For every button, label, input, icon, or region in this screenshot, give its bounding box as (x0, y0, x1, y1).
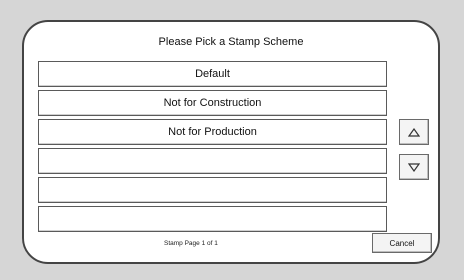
stamp-scheme-dialog: Please Pick a Stamp Scheme Default Not f… (22, 20, 440, 264)
cancel-button[interactable]: Cancel (372, 233, 432, 253)
stamp-scheme-item[interactable]: Not for Production (38, 119, 387, 145)
scroll-up-button[interactable] (399, 119, 429, 145)
triangle-down-icon (408, 162, 420, 172)
dialog-title: Please Pick a Stamp Scheme (158, 36, 304, 48)
stamp-scheme-item[interactable] (38, 206, 387, 232)
stamp-scheme-list: Default Not for Construction Not for Pro… (38, 61, 387, 235)
triangle-up-icon (408, 127, 420, 137)
scroll-down-button[interactable] (399, 154, 429, 180)
page-indicator: Stamp Page 1 of 1 (164, 240, 218, 247)
screen-background: Please Pick a Stamp Scheme Default Not f… (0, 0, 464, 280)
stamp-scheme-item[interactable]: Default (38, 61, 387, 87)
stamp-scheme-item[interactable] (38, 177, 387, 203)
stamp-scheme-item[interactable] (38, 148, 387, 174)
stamp-scheme-item[interactable]: Not for Construction (38, 90, 387, 116)
